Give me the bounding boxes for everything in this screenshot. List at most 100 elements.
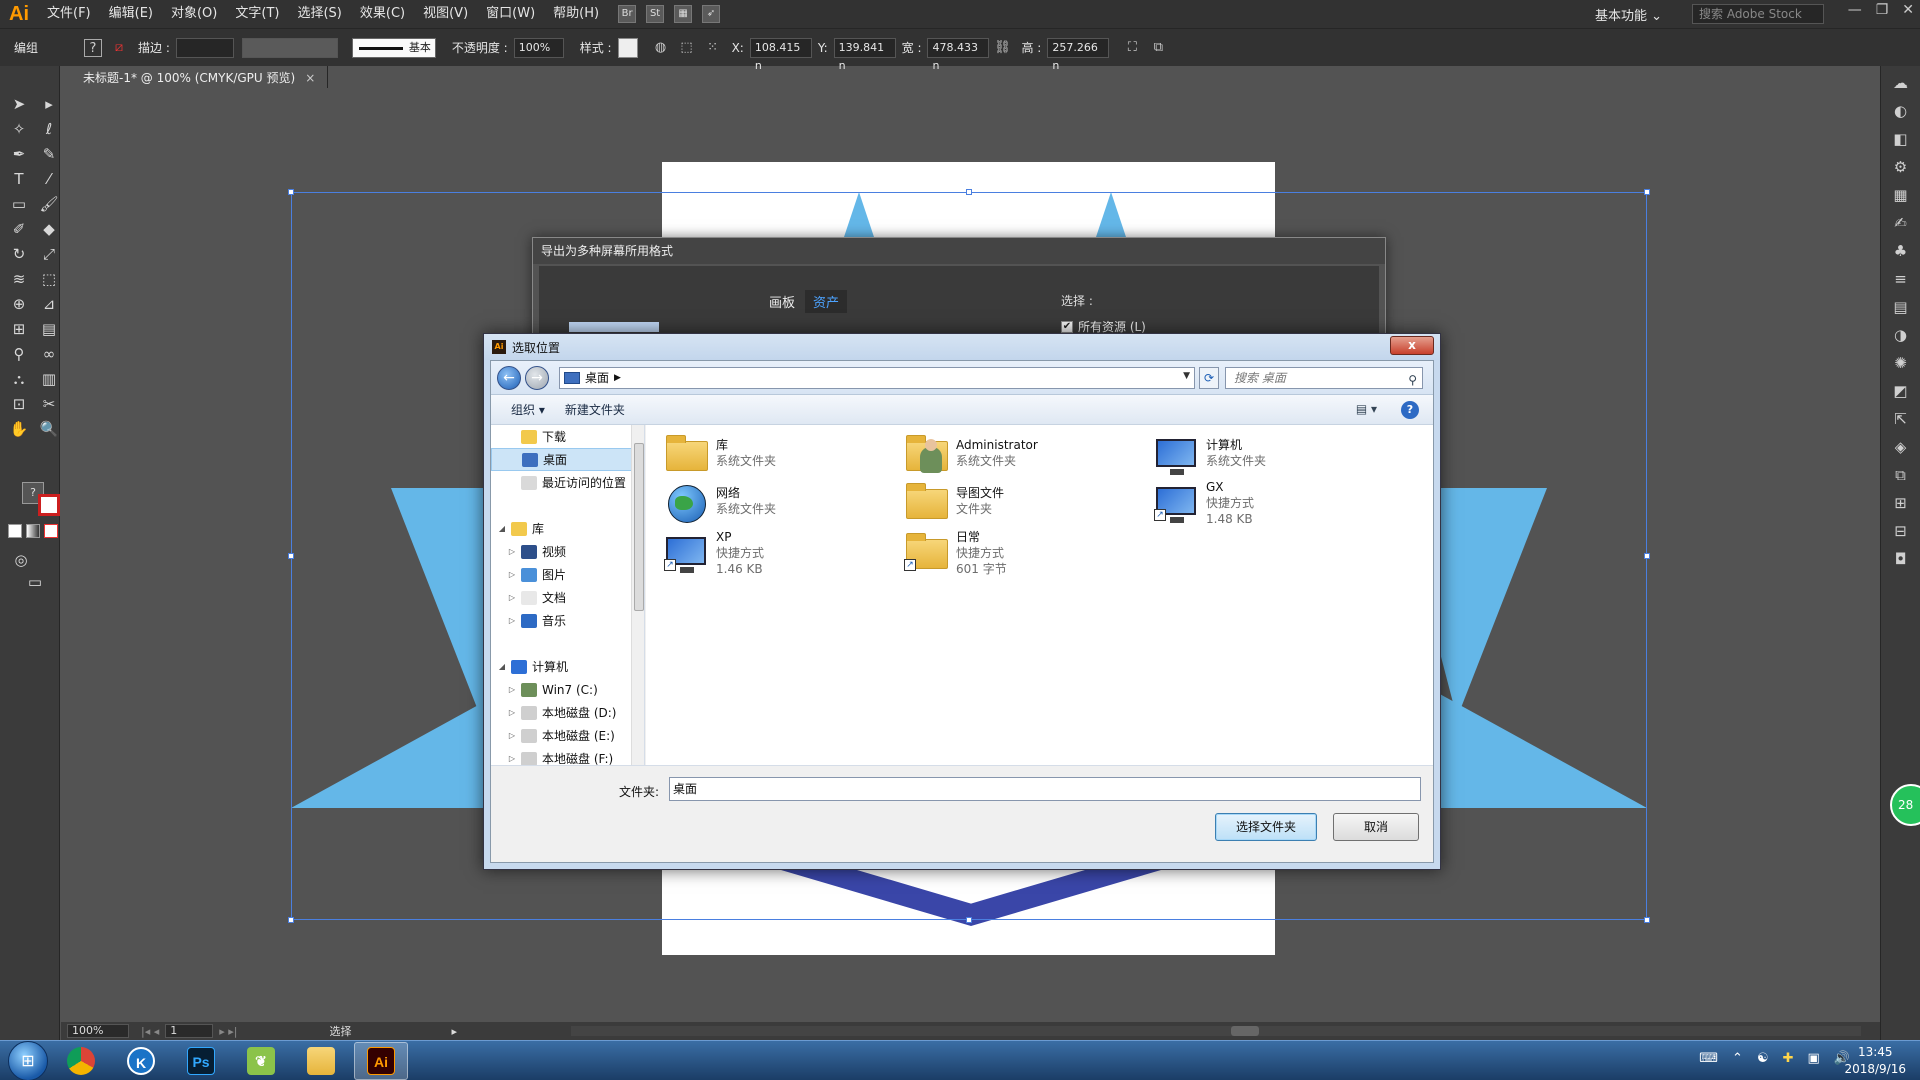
tree-expand-arrow-icon[interactable]: ▷ (507, 616, 517, 625)
selection-handle[interactable] (1644, 189, 1650, 195)
appearance-icon[interactable]: ✺ (1890, 352, 1912, 374)
file-item[interactable]: 网络 系统文件夹 (662, 477, 902, 527)
file-item[interactable]: Administrator 系统文件夹 (902, 429, 1142, 479)
new-folder-button[interactable]: 新建文件夹 (555, 397, 635, 422)
fill-stroke-widget[interactable]: ? (14, 482, 60, 522)
export-icon[interactable]: ⇱ (1890, 408, 1912, 430)
address-dropdown-icon[interactable]: ▼ (1183, 371, 1190, 381)
eraser-tool-icon[interactable]: ◆ (36, 219, 62, 239)
menu-window[interactable]: 窗口(W) (477, 0, 544, 28)
x-field[interactable]: 108.415 n (749, 37, 812, 72)
constrain-proportions-icon[interactable]: ⛓ (993, 39, 1011, 57)
artboard-next-icon[interactable]: ▸ ▸| (219, 1025, 237, 1038)
variable-width-profile[interactable] (241, 37, 338, 58)
help-icon[interactable]: ? (1401, 401, 1419, 419)
hand-tool-icon[interactable]: ✋ (6, 419, 32, 439)
selection-tool-icon[interactable]: ➤ (6, 94, 32, 114)
taskbar-photoshop[interactable]: Ps (174, 1042, 228, 1080)
selection-handle[interactable] (966, 917, 972, 923)
nav-scroll-thumb[interactable] (634, 443, 644, 611)
tree-expand-arrow-icon[interactable]: ◢ (497, 524, 507, 533)
layers-icon[interactable]: ◈ (1890, 436, 1912, 458)
menu-file[interactable]: 文件(F) (38, 0, 100, 28)
menu-type[interactable]: 文字(T) (226, 0, 288, 28)
asset-thumbnail[interactable] (569, 322, 659, 332)
line-tool-icon[interactable]: ⁄ (36, 169, 62, 189)
artboard-tool-icon[interactable]: ⊡ (6, 394, 32, 414)
taskbar-leaf-app[interactable]: ❦ (234, 1042, 288, 1080)
transparency-icon[interactable]: ◑ (1890, 324, 1912, 346)
select-folder-button[interactable]: 选择文件夹 (1215, 813, 1317, 841)
width-tool-icon[interactable]: ≋ (6, 269, 32, 289)
nav-tree-item[interactable]: 桌面 (491, 448, 644, 471)
taskbar-k-app[interactable]: K (114, 1042, 168, 1080)
tray-app-icon[interactable]: ☯ (1757, 1051, 1769, 1066)
swatches-icon[interactable]: ▦ (1890, 184, 1912, 206)
selection-handle[interactable] (966, 189, 972, 195)
brushes-icon[interactable]: ✍ (1890, 212, 1912, 234)
slice-tool-icon[interactable]: ✂ (36, 394, 62, 414)
magic-wand-tool-icon[interactable]: ✧ (6, 119, 32, 139)
address-crumb[interactable]: 桌面 (585, 369, 609, 386)
bridge-icon[interactable]: Br (618, 5, 637, 23)
blend-tool-icon[interactable]: ∞ (36, 344, 62, 364)
taskbar-chrome[interactable] (54, 1042, 108, 1080)
align-to-icon[interactable]: ⬚ (678, 39, 696, 57)
tree-expand-arrow-icon[interactable]: ▷ (507, 593, 517, 602)
selection-handle[interactable] (288, 917, 294, 923)
tree-expand-arrow-icon[interactable]: ▷ (507, 754, 517, 763)
tab-artboards[interactable]: 画板 (761, 290, 803, 313)
tree-expand-arrow-icon[interactable]: ◢ (497, 662, 507, 671)
transform-icon[interactable]: ⛶ (1123, 39, 1141, 57)
column-graph-tool-icon[interactable]: ▥ (36, 369, 62, 389)
none-mode-icon[interactable] (44, 524, 58, 538)
rotate-tool-icon[interactable]: ↻ (6, 244, 32, 264)
libraries-icon[interactable]: ☁ (1890, 72, 1912, 94)
nav-scrollbar[interactable] (631, 425, 644, 765)
file-item[interactable]: ↗ 日常 快捷方式 601 字节 (902, 527, 1142, 577)
address-bar[interactable]: 桌面 ▶ ▼ (559, 366, 1195, 389)
nav-tree-item[interactable]: ▷ 音乐 (491, 609, 644, 632)
breadcrumb-chevron-icon[interactable]: ▶ (614, 373, 621, 383)
tab-assets[interactable]: 资产 (805, 290, 848, 313)
artboard-number-field[interactable]: 1 (165, 1024, 214, 1038)
color-guide-icon[interactable]: ◧ (1890, 128, 1912, 150)
selection-handle[interactable] (288, 553, 294, 559)
pathfinder-icon[interactable]: ◘ (1890, 548, 1912, 570)
folder-name-input[interactable]: 桌面 (669, 777, 1421, 801)
gpu-performance-icon[interactable]: ➶ (702, 5, 721, 23)
width-field[interactable]: 478.433 n (927, 37, 990, 72)
screen-mode-icon[interactable]: ▭ (22, 572, 48, 592)
clock[interactable]: 13:45 2018/9/16 (1844, 1044, 1906, 1078)
opacity-field[interactable]: 100% (513, 37, 564, 58)
type-tool-icon[interactable]: T (6, 169, 32, 189)
workspace-switcher[interactable]: 基本功能 ⌄ (1595, 5, 1662, 24)
change-view-icon[interactable]: ▤ ▾ (1356, 402, 1377, 416)
tree-expand-arrow-icon[interactable]: ▷ (507, 547, 517, 556)
fill-swatch-icon[interactable]: ? (84, 38, 102, 57)
mesh-tool-icon[interactable]: ⊞ (6, 319, 32, 339)
isolate-group-icon[interactable]: ⧉ (1149, 39, 1167, 57)
zoom-field[interactable]: 100% (67, 1024, 129, 1038)
start-button[interactable]: ⊞ (8, 1040, 48, 1080)
y-field[interactable]: 139.841 n (833, 37, 896, 72)
dialog-close-button[interactable]: x (1390, 336, 1434, 355)
nav-tree-item[interactable]: ▷ 文档 (491, 586, 644, 609)
restore-icon[interactable]: ❐ (1876, 2, 1889, 18)
gradient-icon[interactable]: ▤ (1890, 296, 1912, 318)
back-button[interactable]: ← (497, 365, 521, 390)
reference-point-icon[interactable]: ⁙ (704, 39, 722, 57)
tree-expand-arrow-icon[interactable]: ▷ (507, 685, 517, 694)
file-item[interactable]: ↗ GX 快捷方式 1.48 KB (1152, 477, 1392, 527)
minimize-icon[interactable]: — (1848, 2, 1862, 18)
close-tab-icon[interactable]: × (305, 71, 315, 85)
organize-button[interactable]: 组织 ▾ (501, 397, 555, 422)
gradient-tool-icon[interactable]: ▤ (36, 319, 62, 339)
all-assets-checkbox[interactable]: ✔ (1061, 320, 1073, 333)
height-field[interactable]: 257.266 n (1047, 37, 1110, 72)
horizontal-scrollbar[interactable] (571, 1026, 1861, 1036)
stroke-weight-field[interactable] (175, 37, 234, 58)
brush-definition[interactable]: 基本 (351, 37, 436, 58)
artboards-icon[interactable]: ⧉ (1890, 464, 1912, 486)
drawing-modes-icon[interactable]: ◎ (8, 550, 34, 570)
